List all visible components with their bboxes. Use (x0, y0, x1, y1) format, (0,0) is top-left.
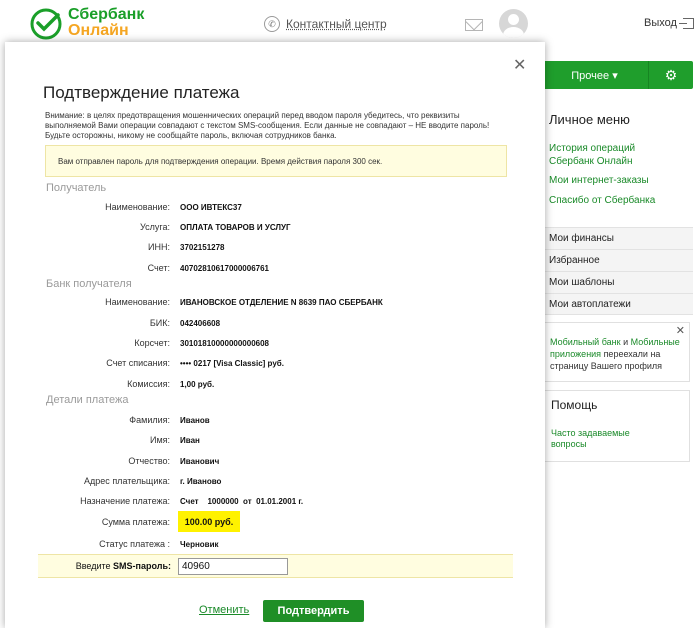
field-label: Имя: (149, 435, 170, 445)
corr-account-value: 30101810000000000608 (180, 339, 269, 348)
brand-line1: Сбербанк (68, 6, 145, 23)
service-value: ОПЛАТА ТОВАРОВ И УСЛУГ (180, 223, 291, 232)
confirm-button[interactable]: Подтвердить (263, 600, 364, 622)
commission-value: 1,00 руб. (180, 380, 215, 389)
sidebar-link-spasibo[interactable]: Спасибо от Сбербанка (549, 194, 655, 207)
payer-address-value: г. Иваново (180, 477, 222, 486)
section-title-recipient: Получатель (46, 182, 107, 194)
payment-status-value: Черновик (180, 540, 219, 549)
promo-box: ✕ Мобильный банк и Мобильные приложения … (541, 322, 690, 382)
sms-password-input[interactable] (178, 558, 288, 575)
inn-value: 3702151278 (180, 243, 225, 252)
brand-name[interactable]: Сбербанк Онлайн (68, 7, 144, 39)
sms-password-row: Введите SMS-пароль: (38, 554, 513, 578)
help-title: Помощь (551, 398, 598, 412)
field-label: Фамилия: (129, 415, 170, 425)
recipient-name-value: ООО ИВТЕКС37 (180, 203, 242, 212)
sberbank-logo-icon[interactable] (30, 8, 62, 40)
brand-line2: Онлайн (68, 22, 129, 39)
promo-link-mobile-bank[interactable]: Мобильный банк (550, 337, 621, 347)
promo-text: и (620, 337, 631, 347)
field-label: Счет списания: (106, 358, 170, 368)
logout-label: Выход (644, 17, 677, 29)
other-menu-button[interactable]: Прочее ▾ (541, 61, 649, 89)
section-title-details: Детали платежа (46, 394, 129, 406)
field-label: Наименование: (105, 297, 170, 307)
field-label: Счет: (147, 263, 170, 273)
sidebar-item-templates[interactable]: Мои шаблоны (541, 271, 693, 293)
sidebar-toolbar: Прочее ▾ ⚙ (541, 61, 693, 89)
payment-purpose-value: Счет 1000000 от 01.01.2001 г. (180, 497, 304, 506)
password-sent-notice: Вам отправлен пароль для подтверждения о… (45, 145, 507, 177)
field-label: Адрес плательщика: (84, 476, 170, 486)
mail-icon[interactable] (465, 19, 483, 31)
personal-menu-title: Личное меню (549, 112, 630, 127)
field-label: Назначение платежа: (80, 496, 170, 506)
sidebar-item-finances[interactable]: Мои финансы (541, 227, 693, 249)
cancel-link[interactable]: Отменить (199, 604, 249, 616)
field-label: БИК: (149, 318, 170, 328)
sidebar-link-history[interactable]: История операций Сбербанк Онлайн (549, 142, 659, 168)
field-label: Корсчет: (134, 338, 170, 348)
help-box: Помощь Часто задаваемые вопросы (541, 390, 690, 462)
field-label: Услуга: (140, 222, 170, 232)
payment-amount-value: 100.00 руб. (178, 511, 240, 532)
payment-confirmation-dialog: ✕ Подтверждение платежа Внимание: в целя… (5, 42, 545, 628)
debit-account-value: •••• 0217 [Visa Classic] руб. (180, 359, 284, 368)
close-icon[interactable]: ✕ (513, 55, 526, 75)
field-label: Наименование: (105, 202, 170, 212)
field-label: Сумма платежа: (101, 517, 170, 527)
patronymic-value: Иванович (180, 457, 220, 466)
dialog-title: Подтверждение платежа (43, 83, 240, 102)
account-value: 40702810617000006761 (180, 264, 269, 273)
sms-password-label: Введите SMS-пароль: (38, 561, 171, 571)
close-icon[interactable]: ✕ (676, 325, 685, 337)
first-name-value: Иван (180, 436, 200, 445)
contact-center[interactable]: ✆ Контактный центр (264, 16, 387, 32)
phone-icon: ✆ (264, 16, 280, 32)
sidebar-item-favorites[interactable]: Избранное (541, 249, 693, 271)
bank-name-value: ИВАНОВСКОЕ ОТДЕЛЕНИЕ N 8639 ПАО СБЕРБАНК (180, 298, 383, 307)
sidebar-link-orders[interactable]: Мои интернет-заказы (549, 174, 649, 187)
field-label: ИНН: (148, 242, 170, 252)
section-title-bank: Банк получателя (46, 278, 132, 290)
faq-link[interactable]: Часто задаваемые вопросы (551, 428, 641, 450)
bik-value: 042406608 (180, 319, 221, 328)
sms-label-prefix: Введите (75, 561, 114, 571)
avatar[interactable] (499, 9, 528, 38)
field-label: Отчество: (128, 456, 170, 466)
security-warning: Внимание: в целях предотвращения мошенни… (45, 111, 490, 140)
sidebar-item-autopayments[interactable]: Мои автоплатежи (541, 293, 693, 315)
logout-button[interactable]: Выход (644, 17, 694, 29)
top-header: Сбербанк Онлайн ✆ Контактный центр Выход (0, 0, 700, 48)
logout-icon (678, 17, 694, 29)
sms-label-bold: SMS-пароль: (113, 561, 171, 571)
surname-value: Иванов (180, 416, 210, 425)
gear-icon[interactable]: ⚙ (649, 61, 693, 89)
field-label: Статус платежа : (99, 539, 170, 549)
field-label: Комиссия: (127, 379, 170, 389)
contact-center-link[interactable]: Контактный центр (286, 17, 387, 31)
